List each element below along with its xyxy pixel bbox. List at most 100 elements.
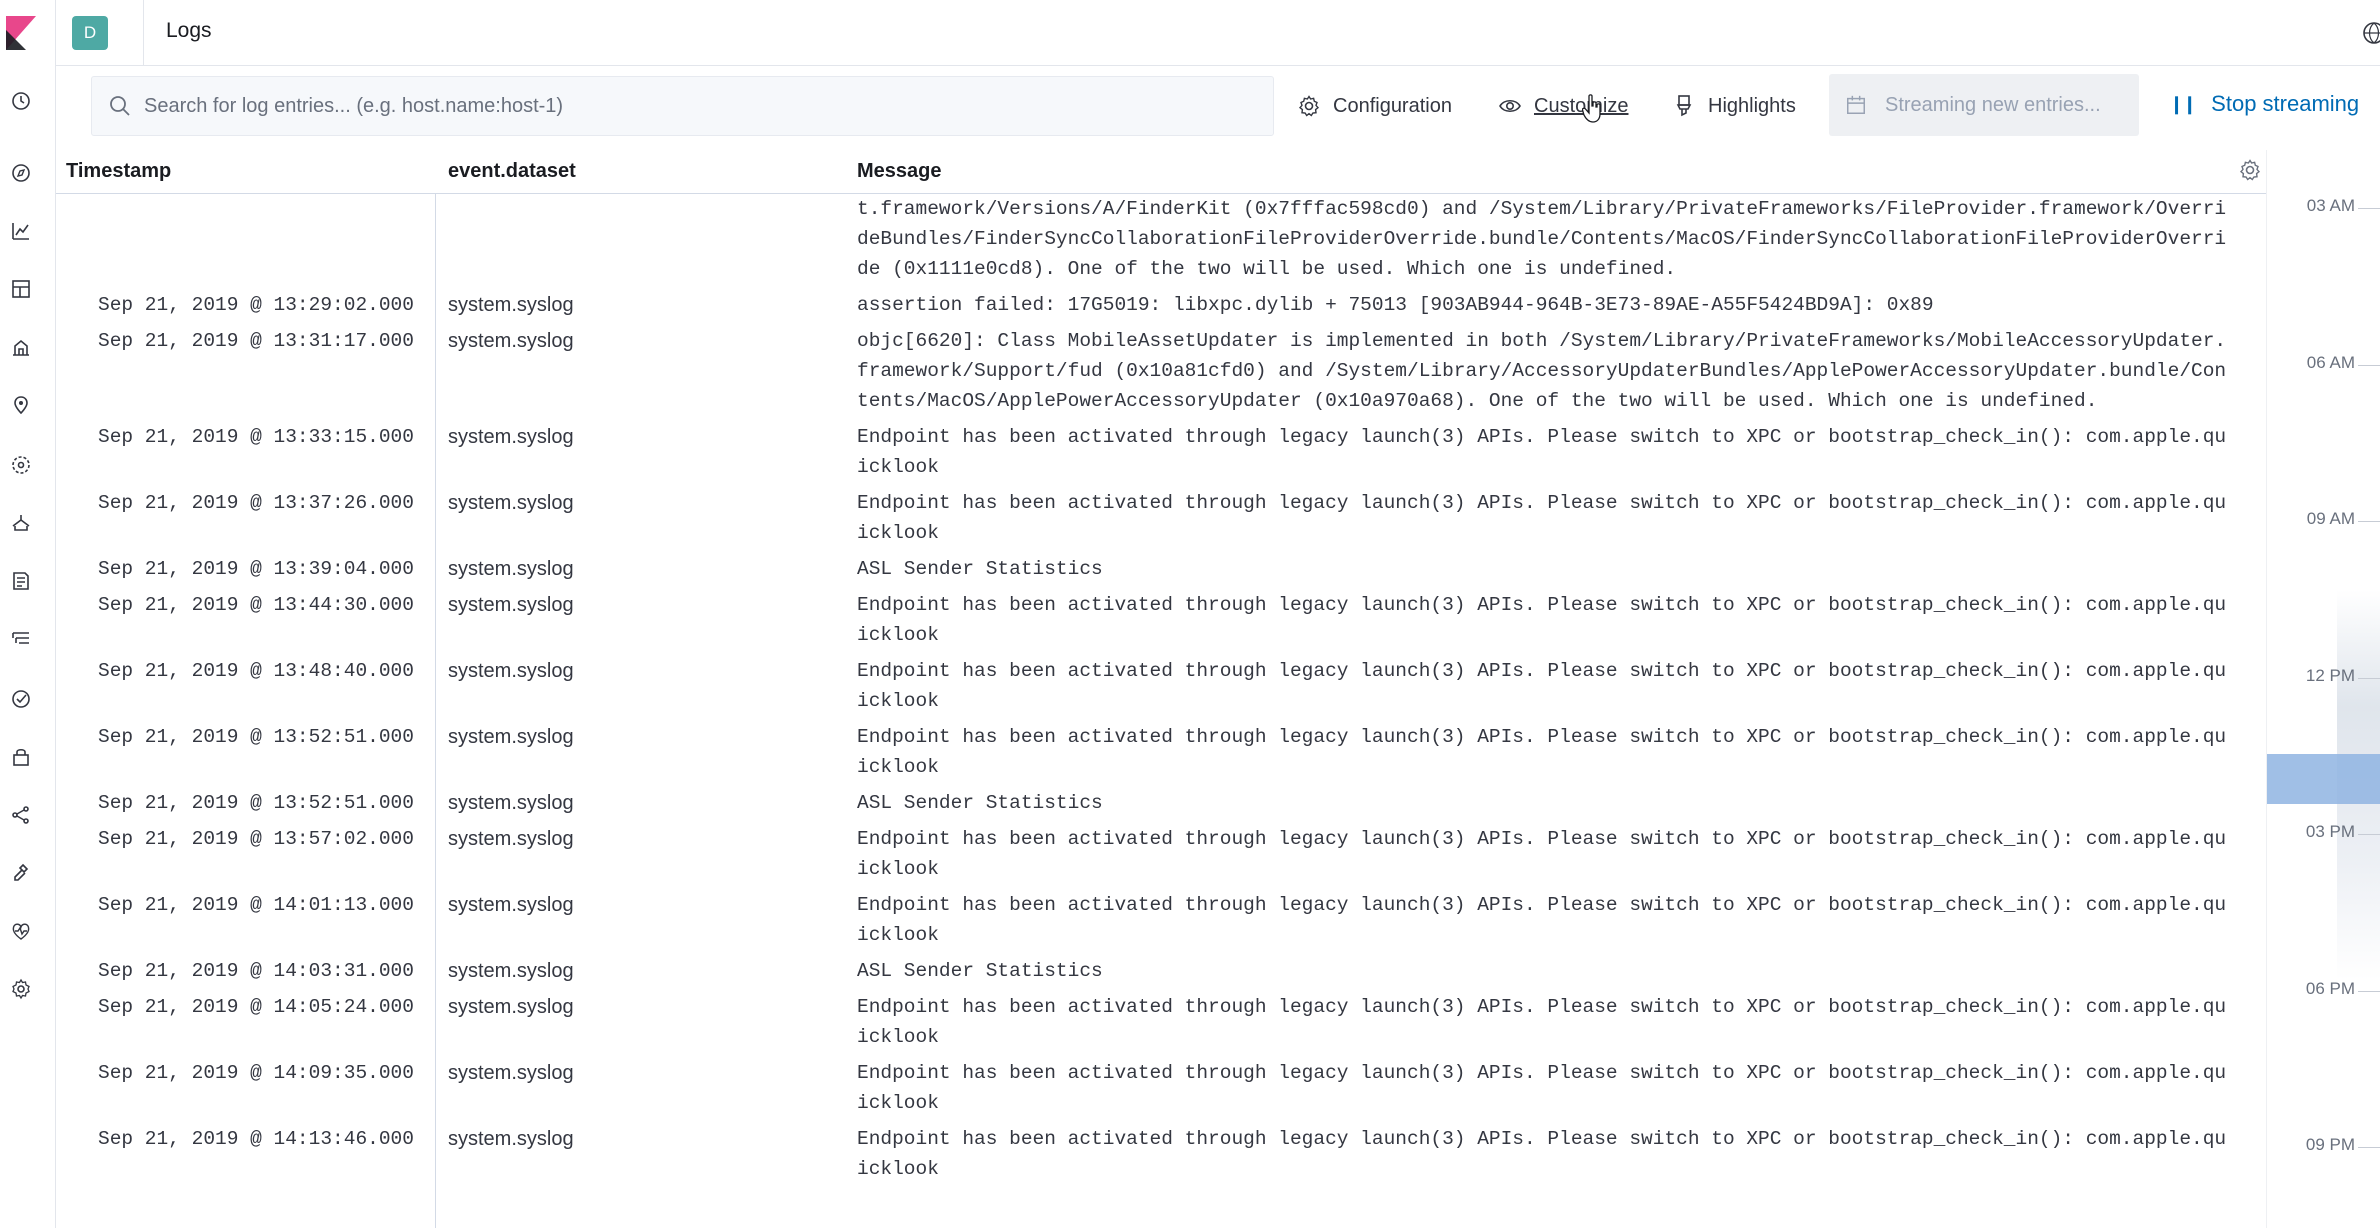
siem-icon[interactable] [8,744,34,770]
log-row[interactable]: Sep 21, 2019 @ 14:05:24.000 system.syslog… [56,989,2266,1055]
log-dataset: system.syslog [448,726,574,748]
log-row[interactable]: Sep 21, 2019 @ 13:57:02.000 system.syslog… [56,821,2266,887]
search-bar[interactable] [91,76,1274,136]
calendar-icon [1847,95,1865,114]
highlights-label: Highlights [1708,94,1796,117]
log-timestamp: Sep 21, 2019 @ 13:52:51.000 [98,792,414,814]
log-minimap[interactable]: 03 AM 06 AM 09 AM 12 PM 03 PM 06 PM 09 PM [2266,150,2380,1228]
column-message: Message [857,160,942,182]
left-nav [0,0,56,1228]
stop-streaming-button[interactable]: ❙❙ Stop streaming [2169,86,2359,122]
log-row[interactable]: Sep 21, 2019 @ 14:13:46.000 system.syslog… [56,1121,2266,1187]
maps-icon[interactable] [8,392,34,418]
log-timestamp: Sep 21, 2019 @ 13:44:30.000 [98,594,414,616]
logs-icon[interactable] [8,568,34,594]
configuration-label: Configuration [1333,94,1452,117]
gear-icon [1298,95,1320,117]
log-message: Endpoint has been activated through lega… [857,828,2227,880]
space-avatar[interactable]: D [72,16,108,50]
minimap-tick-label: 12 PM [2305,665,2355,685]
log-dataset: system.syslog [448,828,574,850]
log-row[interactable]: Sep 21, 2019 @ 13:44:30.000 system.syslog… [56,587,2266,653]
minimap-tick-label: 09 AM [2306,509,2355,528]
log-dataset: system.syslog [448,294,574,316]
log-dataset: system.syslog [448,426,574,448]
globe-icon[interactable] [2360,18,2380,48]
log-timestamp: Sep 21, 2019 @ 13:57:02.000 [98,828,414,850]
log-column-header: Timestamp event.dataset Message [56,150,2336,194]
column-dataset: event.dataset [448,160,576,182]
header-divider [143,0,144,66]
minimap-tick-label: 03 AM [2306,196,2355,215]
management-icon[interactable] [8,976,34,1002]
streaming-status: Streaming new entries... [1829,74,2139,136]
dev-tools-icon[interactable] [8,860,34,886]
canvas-icon[interactable] [8,334,34,360]
graph-icon[interactable] [8,802,34,828]
minimap-tick-line [2358,1147,2380,1148]
log-row[interactable]: Sep 21, 2019 @ 13:31:17.000 system.syslog… [56,323,2266,419]
log-row[interactable]: Sep 21, 2019 @ 13:29:02.000 system.syslog… [56,287,2266,323]
log-row[interactable]: Sep 21, 2019 @ 13:52:51.000 system.syslog… [56,719,2266,785]
log-dataset: system.syslog [448,792,574,814]
log-timestamp: Sep 21, 2019 @ 14:09:35.000 [98,1062,414,1084]
log-dataset: system.syslog [448,960,574,982]
minimap-tick-label: 06 AM [2306,352,2355,372]
log-dataset: system.syslog [448,594,574,616]
configuration-button[interactable]: Configuration [1297,88,1452,124]
log-rows: t.framework/Versions/A/FinderKit (0x7fff… [56,194,2266,1187]
log-message: Endpoint has been activated through lega… [857,426,2227,478]
log-message: ASL Sender Statistics [857,792,1103,814]
log-dataset: system.syslog [448,894,574,916]
column-timestamp: Timestamp [66,160,172,182]
customize-button[interactable]: Customize [1498,88,1628,124]
highlights-button[interactable]: Highlights [1672,88,1796,124]
minimap-tick-line [2358,364,2380,366]
uptime-icon[interactable] [8,686,34,712]
log-dataset: system.syslog [448,558,574,580]
minimap-tick-line [2358,677,2380,679]
log-timestamp: Sep 21, 2019 @ 13:48:40.000 [98,660,414,682]
clock-icon[interactable] [8,88,34,114]
log-message: ASL Sender Statistics [857,558,1103,580]
log-row[interactable]: Sep 21, 2019 @ 13:37:26.000 system.syslog… [56,485,2266,551]
kibana-logo-icon[interactable] [4,16,38,52]
eye-icon [1499,99,1521,113]
minimap-tick-line [2358,208,2380,209]
log-row[interactable]: Sep 21, 2019 @ 13:48:40.000 system.syslog… [56,653,2266,719]
compass-icon[interactable] [8,160,34,186]
minimap-tick-label: 06 PM [2305,978,2355,998]
minimap-tick-line [2358,834,2380,835]
log-timestamp: Sep 21, 2019 @ 13:39:04.000 [98,558,414,580]
log-row[interactable]: Sep 21, 2019 @ 14:03:31.000 system.syslog… [56,953,2266,989]
search-input[interactable] [144,77,1264,135]
minimap-visible-range[interactable] [2267,754,2380,804]
hand-cursor-icon [1582,94,1601,123]
top-header: D Logs [56,0,2380,66]
log-message: Endpoint has been activated through lega… [857,1128,2227,1180]
ml-icon[interactable] [8,452,34,478]
log-row[interactable]: Sep 21, 2019 @ 14:01:13.000 system.syslog… [56,887,2266,953]
column-settings-gear-icon[interactable] [2238,158,2262,182]
monitoring-icon[interactable] [8,918,34,944]
log-timestamp: Sep 21, 2019 @ 13:29:02.000 [98,294,414,316]
log-message: objc[6620]: Class MobileAssetUpdater is … [857,330,2227,412]
visualize-icon[interactable] [8,218,34,244]
log-dataset: system.syslog [448,330,574,352]
log-row[interactable]: Sep 21, 2019 @ 13:52:51.000 system.syslog… [56,785,2266,821]
apm-icon[interactable] [8,626,34,652]
log-row[interactable]: Sep 21, 2019 @ 13:33:15.000 system.syslog… [56,419,2266,485]
log-stream[interactable]: t.framework/Versions/A/FinderKit (0x7fff… [56,194,2266,1228]
search-icon [110,96,130,116]
log-dataset: system.syslog [448,1062,574,1084]
log-timestamp: Sep 21, 2019 @ 13:31:17.000 [98,330,414,352]
log-row[interactable]: Sep 21, 2019 @ 13:39:04.000 system.syslog… [56,551,2266,587]
infrastructure-icon[interactable] [8,510,34,536]
log-dataset: system.syslog [448,1128,574,1150]
log-message: Endpoint has been activated through lega… [857,1062,2227,1114]
log-row[interactable]: t.framework/Versions/A/FinderKit (0x7fff… [56,194,2266,287]
dashboard-icon[interactable] [8,276,34,302]
minimap-tick-label: 09 PM [2305,1135,2355,1154]
log-row[interactable]: Sep 21, 2019 @ 14:09:35.000 system.syslog… [56,1055,2266,1121]
log-timestamp: Sep 21, 2019 @ 14:13:46.000 [98,1128,414,1150]
